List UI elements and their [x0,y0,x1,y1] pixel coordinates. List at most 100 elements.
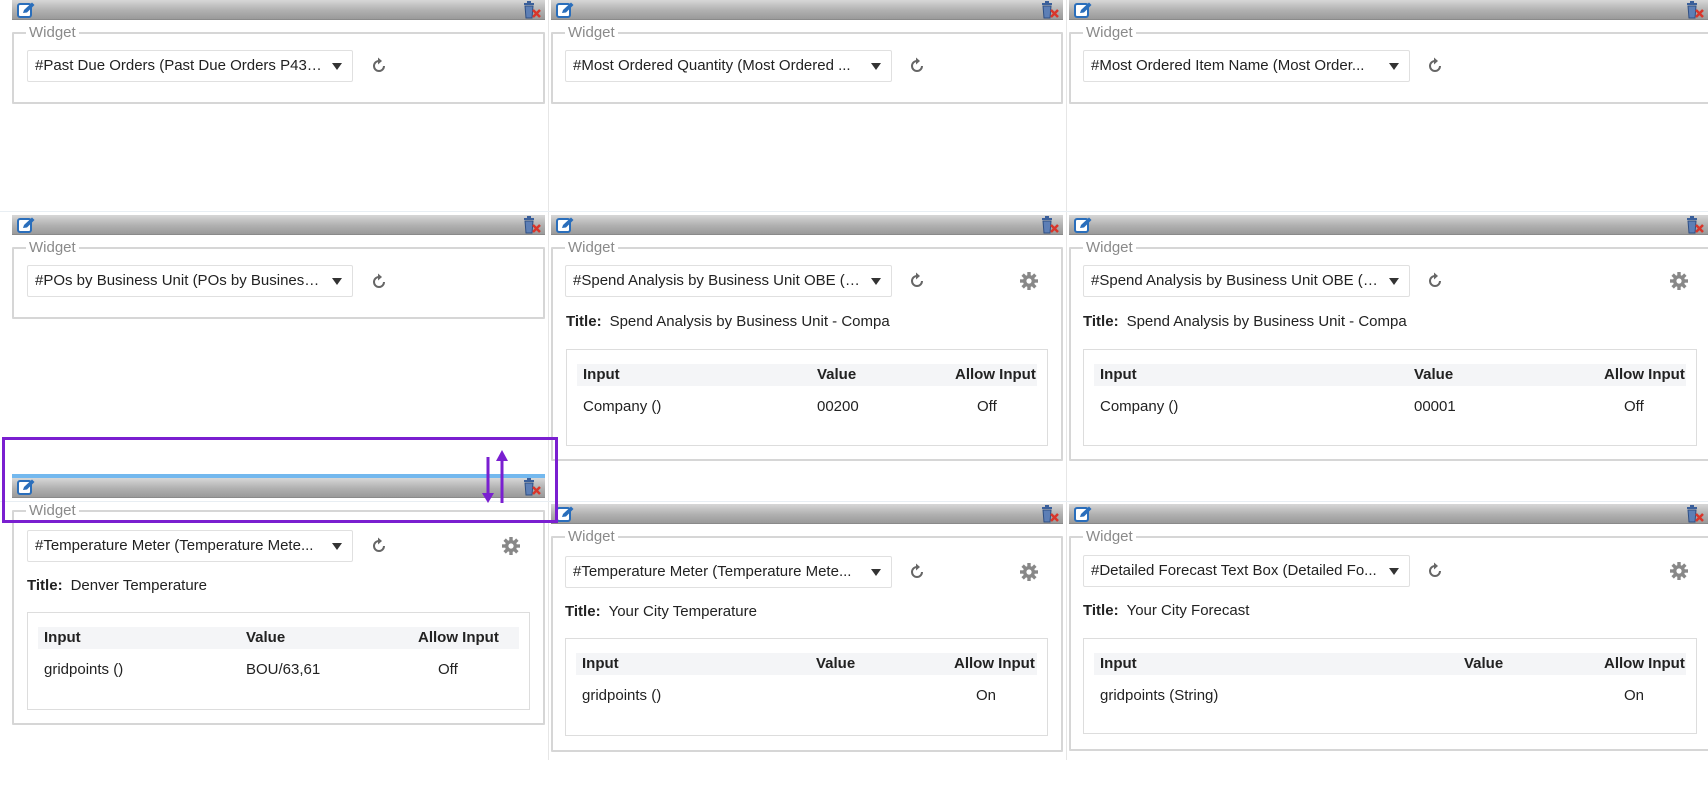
col-value: Value [1414,366,1454,383]
row-allow-input[interactable]: Off [977,398,997,415]
row-allow-input[interactable]: Off [1624,398,1644,415]
edit-icon[interactable] [556,2,574,18]
widget-legend: Widget [1086,24,1133,41]
chevron-down-icon [332,63,342,70]
table-header: Input Value Allow Input [1094,364,1686,386]
widget-select[interactable]: #POs by Business Unit (POs by Business .… [27,265,353,297]
widget-header[interactable] [551,0,1063,20]
widget-select[interactable]: #Past Due Orders (Past Due Orders P43 ..… [27,50,353,82]
title-value: Denver Temperature [70,577,208,594]
delete-icon[interactable] [1684,505,1704,523]
gear-icon[interactable] [1019,562,1039,582]
widget-spend-analysis-00200: Widget #Spend Analysis by Business Unit … [551,215,1063,461]
row-value: BOU/63,61 [246,661,321,678]
widget-spend-analysis-00001: Widget #Spend Analysis by Business Unit … [1069,215,1708,461]
title-value: Spend Analysis by Business Unit - Compa [1126,313,1407,330]
widget-header[interactable] [551,504,1063,524]
widget-select-value: #POs by Business Unit (POs by Business .… [35,272,329,289]
widget-header[interactable] [12,215,545,235]
refresh-icon[interactable] [907,562,927,582]
delete-icon[interactable] [521,216,541,234]
table-row[interactable]: gridpoints () On [576,685,1037,707]
widget-select[interactable]: #Spend Analysis by Business Unit OBE ( .… [1083,265,1410,297]
col-input: Input [582,655,619,672]
gear-icon[interactable] [1019,271,1039,291]
table-row[interactable]: gridpoints (String) On [1094,685,1686,707]
edit-icon[interactable] [1074,2,1092,18]
delete-icon[interactable] [1039,216,1059,234]
widget-title: Title: Denver Temperature [27,577,357,594]
delete-icon[interactable] [1039,1,1059,19]
widget-legend: Widget [29,502,76,519]
edit-icon[interactable] [17,2,35,18]
col-allow-input: Allow Input [1604,366,1685,383]
widget-title: Title: Spend Analysis by Business Unit - … [1083,313,1415,330]
title-value: Your City Forecast [1126,602,1250,619]
widget-select[interactable]: #Most Ordered Item Name (Most Order... [1083,50,1410,82]
refresh-icon[interactable] [1425,56,1445,76]
gear-icon[interactable] [501,536,521,556]
widget-legend: Widget [568,24,615,41]
delete-icon[interactable] [1039,505,1059,523]
table-row[interactable]: gridpoints () BOU/63,61 Off [38,659,519,681]
row-allow-input[interactable]: On [976,687,996,704]
edit-icon[interactable] [17,217,35,233]
col-input: Input [44,629,81,646]
refresh-icon[interactable] [1425,561,1445,581]
refresh-icon[interactable] [907,271,927,291]
refresh-icon[interactable] [369,56,389,76]
widget-header[interactable] [1069,215,1708,235]
title-label: Title: [27,577,63,594]
chevron-down-icon [332,278,342,285]
gear-icon[interactable] [1669,271,1689,291]
row-allow-input[interactable]: Off [438,661,458,678]
widget-select-value: #Detailed Forecast Text Box (Detailed Fo… [1091,562,1377,579]
gear-icon[interactable] [1669,561,1689,581]
widget-your-city-temperature: Widget #Temperature Meter (Temperature M… [551,504,1063,753]
widget-select[interactable]: #Temperature Meter (Temperature Mete... [27,530,353,562]
input-table: Input Value Allow Input Company () 00001… [1083,349,1697,446]
title-label: Title: [565,603,601,620]
table-header: Input Value Allow Input [38,627,519,649]
widget-legend: Widget [1086,528,1133,545]
edit-icon[interactable] [1074,506,1092,522]
refresh-icon[interactable] [907,56,927,76]
resize-arrows-icon[interactable] [478,447,512,507]
delete-icon[interactable] [1684,1,1704,19]
widget-header[interactable] [12,0,545,20]
title-label: Title: [566,313,602,330]
edit-icon[interactable] [1074,217,1092,233]
edit-icon[interactable] [17,479,35,495]
widget-header[interactable] [551,215,1063,235]
widget-select[interactable]: #Temperature Meter (Temperature Mete... [565,556,892,588]
table-header: Input Value Allow Input [1094,653,1686,675]
title-label: Title: [1083,313,1119,330]
widget-header[interactable] [1069,0,1708,20]
widget-header[interactable] [12,474,545,498]
widget-select-value: #Most Ordered Item Name (Most Order... [1091,57,1365,74]
widget-select[interactable]: #Spend Analysis by Business Unit OBE ( .… [565,265,892,297]
chevron-down-icon [1389,568,1399,575]
widget-select-value: #Spend Analysis by Business Unit OBE ( .… [1091,272,1380,289]
title-value: Your City Temperature [608,603,757,620]
refresh-icon[interactable] [369,272,389,292]
widget-denver-temperature: Widget #Temperature Meter (Temperature M… [12,474,545,726]
refresh-icon[interactable] [369,536,389,556]
chevron-down-icon [871,569,881,576]
row-allow-input[interactable]: On [1624,687,1644,704]
widget-header[interactable] [1069,504,1708,524]
delete-icon[interactable] [1684,216,1704,234]
row-input: Company () [583,398,662,415]
table-row[interactable]: Company () 00001 Off [1094,396,1686,418]
input-table: Input Value Allow Input gridpoints () BO… [27,612,530,710]
widget-most-ordered-item-name: Widget #Most Ordered Item Name (Most Ord… [1069,0,1708,105]
delete-icon[interactable] [521,1,541,19]
delete-icon[interactable] [521,478,541,496]
widget-select[interactable]: #Most Ordered Quantity (Most Ordered ... [565,50,892,82]
edit-icon[interactable] [556,217,574,233]
table-header: Input Value Allow Input [576,653,1037,675]
table-row[interactable]: Company () 00200 Off [577,396,1037,418]
refresh-icon[interactable] [1425,271,1445,291]
edit-icon[interactable] [556,506,574,522]
widget-select[interactable]: #Detailed Forecast Text Box (Detailed Fo… [1083,555,1410,587]
